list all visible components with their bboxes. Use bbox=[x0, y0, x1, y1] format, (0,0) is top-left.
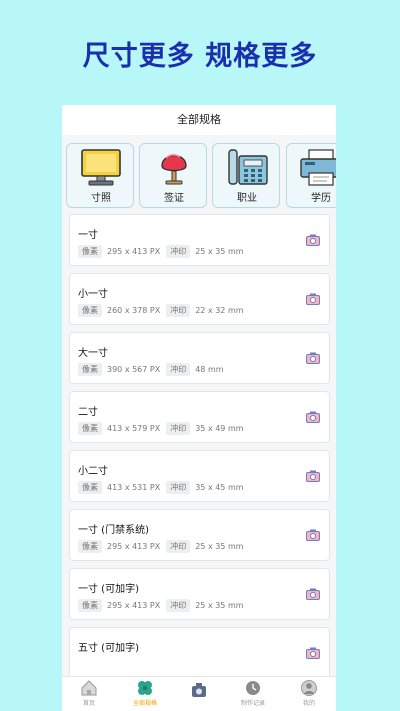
pixel-size: 295 x 413 PX bbox=[107, 246, 161, 256]
camera-icon[interactable] bbox=[306, 647, 320, 659]
print-tag: 冲印 bbox=[166, 421, 191, 435]
tab-history[interactable]: 制作记录 bbox=[233, 679, 273, 711]
tab-label: 制作记录 bbox=[240, 700, 265, 707]
pixel-tag: 像素 bbox=[78, 244, 102, 258]
pixel-size: 295 x 413 PX bbox=[107, 541, 161, 551]
chair-icon bbox=[161, 154, 187, 185]
pixel-size: 413 x 579 PX bbox=[107, 423, 161, 433]
spec-meta: 像素 295 x 413 PX 冲印 25 x 35 mm bbox=[78, 539, 250, 553]
print-tag: 冲印 bbox=[166, 244, 191, 258]
spec-meta: 像素 413 x 531 PX 冲印 35 x 45 mm bbox=[78, 480, 250, 494]
tab-label: 全部规格 bbox=[132, 700, 157, 707]
camera-icon[interactable] bbox=[306, 588, 320, 600]
category-label: 学历 bbox=[311, 193, 331, 204]
category-label: 寸照 bbox=[91, 193, 111, 204]
pixel-tag: 像素 bbox=[78, 598, 102, 612]
spec-card[interactable]: 小二寸 像素 413 x 531 PX 冲印 35 x 45 mm bbox=[69, 450, 330, 502]
pixel-tag: 像素 bbox=[78, 362, 102, 376]
bottom-tab-bar: 首页 全部规格 制作记录 我的 bbox=[62, 676, 336, 711]
spec-card[interactable]: 一寸 (门禁系统) 像素 295 x 413 PX 冲印 25 x 35 mm bbox=[69, 509, 330, 561]
print-tag: 冲印 bbox=[166, 362, 191, 376]
app-screen: 全部规格 寸照 签证 职业 学历 一寸 像素 295 x 413 PX 冲印 2… bbox=[62, 105, 336, 711]
print-tag: 冲印 bbox=[166, 480, 191, 494]
pixel-size: 390 x 567 PX bbox=[107, 364, 161, 374]
camera-icon bbox=[192, 683, 206, 697]
spec-name: 五寸 (可加字) bbox=[78, 643, 139, 654]
spec-meta: 像素 413 x 579 PX 冲印 35 x 49 mm bbox=[78, 421, 250, 435]
category-label: 职业 bbox=[237, 193, 257, 204]
spec-name: 大一寸 bbox=[78, 348, 108, 359]
category-profession[interactable]: 职业 bbox=[212, 143, 280, 208]
spec-card[interactable]: 一寸 像素 295 x 413 PX 冲印 25 x 35 mm bbox=[69, 214, 330, 266]
spec-name: 一寸 bbox=[78, 230, 98, 241]
profile-icon bbox=[301, 680, 317, 696]
category-label: 签证 bbox=[164, 193, 184, 204]
promo-headline: 尺寸更多 规格更多 bbox=[82, 41, 318, 72]
category-education[interactable]: 学历 bbox=[286, 143, 336, 208]
camera-icon[interactable] bbox=[306, 470, 320, 482]
category-id-photo[interactable]: 寸照 bbox=[66, 143, 134, 208]
print-size: 25 x 35 mm bbox=[195, 246, 244, 256]
pixel-tag: 像素 bbox=[78, 303, 102, 317]
camera-icon[interactable] bbox=[306, 234, 320, 246]
history-icon bbox=[246, 681, 260, 695]
tab-all-specs[interactable]: 全部规格 bbox=[125, 679, 165, 711]
pixel-size: 295 x 413 PX bbox=[107, 600, 161, 610]
pixel-tag: 像素 bbox=[78, 539, 102, 553]
clover-icon bbox=[138, 681, 152, 695]
print-size: 35 x 49 mm bbox=[195, 423, 244, 433]
spec-card[interactable]: 小一寸 像素 260 x 378 PX 冲印 22 x 32 mm bbox=[69, 273, 330, 325]
camera-icon[interactable] bbox=[306, 411, 320, 423]
home-icon bbox=[81, 680, 97, 696]
monitor-icon bbox=[81, 149, 121, 186]
spec-card[interactable]: 大一寸 像素 390 x 567 PX 冲印 48 mm bbox=[69, 332, 330, 384]
spec-meta: 像素 295 x 413 PX 冲印 25 x 35 mm bbox=[78, 244, 250, 258]
camera-icon[interactable] bbox=[306, 529, 320, 541]
print-size: 48 mm bbox=[195, 364, 224, 374]
print-tag: 冲印 bbox=[166, 303, 191, 317]
print-size: 25 x 35 mm bbox=[195, 600, 244, 610]
spec-meta: 像素 390 x 567 PX 冲印 48 mm bbox=[78, 362, 230, 376]
category-strip[interactable]: 寸照 签证 职业 学历 bbox=[62, 135, 336, 211]
tab-profile[interactable]: 我的 bbox=[289, 679, 329, 711]
spec-name: 一寸 (门禁系统) bbox=[78, 525, 149, 536]
spec-name: 二寸 bbox=[78, 407, 98, 418]
spec-name: 小一寸 bbox=[78, 289, 108, 300]
pixel-tag: 像素 bbox=[78, 421, 102, 435]
print-tag: 冲印 bbox=[166, 539, 191, 553]
print-tag: 冲印 bbox=[166, 598, 191, 612]
camera-icon[interactable] bbox=[306, 352, 320, 364]
tab-label: 首页 bbox=[82, 700, 95, 707]
spec-card[interactable]: 五寸 (可加字) bbox=[69, 627, 330, 679]
pixel-size: 260 x 378 PX bbox=[107, 305, 161, 315]
telephone-icon bbox=[228, 149, 268, 185]
printer-icon bbox=[300, 149, 336, 186]
spec-name: 一寸 (可加字) bbox=[78, 584, 139, 595]
category-visa[interactable]: 签证 bbox=[139, 143, 207, 208]
camera-icon[interactable] bbox=[306, 293, 320, 305]
spec-card[interactable]: 一寸 (可加字) 像素 295 x 413 PX 冲印 25 x 35 mm bbox=[69, 568, 330, 620]
tab-home[interactable]: 首页 bbox=[69, 679, 109, 711]
tab-label: 我的 bbox=[302, 700, 315, 707]
print-size: 22 x 32 mm bbox=[195, 305, 244, 315]
print-size: 25 x 35 mm bbox=[195, 541, 244, 551]
pixel-size: 413 x 531 PX bbox=[107, 482, 161, 492]
tab-camera[interactable] bbox=[179, 679, 219, 711]
page-title: 全部规格 bbox=[62, 105, 336, 135]
spec-meta: 像素 260 x 378 PX 冲印 22 x 32 mm bbox=[78, 303, 250, 317]
spec-name: 小二寸 bbox=[78, 466, 108, 477]
pixel-tag: 像素 bbox=[78, 480, 102, 494]
print-size: 35 x 45 mm bbox=[195, 482, 244, 492]
spec-meta: 像素 295 x 413 PX 冲印 25 x 35 mm bbox=[78, 598, 250, 612]
spec-card[interactable]: 二寸 像素 413 x 579 PX 冲印 35 x 49 mm bbox=[69, 391, 330, 443]
